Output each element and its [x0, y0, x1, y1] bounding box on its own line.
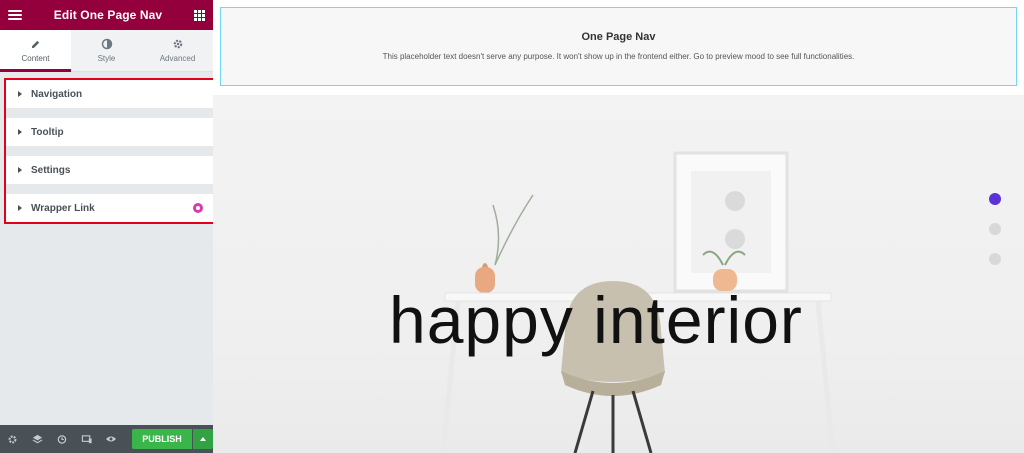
one-page-nav-dots: [989, 193, 1001, 283]
section-navigation-label: Navigation: [31, 88, 83, 100]
caret-right-icon: [18, 91, 22, 97]
sections-highlight-box: Navigation Tooltip Settings Wrapper Link: [4, 78, 217, 224]
caret-right-icon: [18, 167, 22, 173]
publish-options-button[interactable]: [193, 429, 213, 449]
editor-tabs: Content Style Advanced: [0, 30, 213, 72]
nav-dot[interactable]: [989, 193, 1001, 205]
preview-eye-icon[interactable]: [105, 433, 118, 446]
tab-advanced[interactable]: Advanced: [142, 30, 213, 71]
caret-right-icon: [18, 205, 22, 211]
tab-content-label: Content: [21, 54, 50, 63]
editor-title: Edit One Page Nav: [53, 8, 163, 22]
menu-icon[interactable]: [8, 10, 22, 20]
editor-footer: PUBLISH: [0, 425, 213, 453]
half-circle-icon: [101, 38, 113, 50]
pro-icon: [193, 203, 203, 213]
pencil-icon: [30, 38, 42, 50]
section-tooltip[interactable]: Tooltip: [6, 118, 215, 146]
history-icon[interactable]: [55, 433, 68, 446]
nav-dot[interactable]: [989, 253, 1001, 265]
editor-panel: Edit One Page Nav Content Style Advanced: [0, 0, 213, 453]
section-wrapper-link-label: Wrapper Link: [31, 202, 95, 214]
caret-right-icon: [18, 129, 22, 135]
gear-icon: [172, 38, 184, 50]
section-settings[interactable]: Settings: [6, 156, 215, 184]
widgets-grid-icon[interactable]: [194, 9, 205, 21]
tab-style-label: Style: [97, 54, 116, 63]
publish-button[interactable]: PUBLISH: [131, 429, 193, 449]
section-settings-label: Settings: [31, 164, 71, 176]
preview-canvas: One Page Nav This placeholder text doesn…: [213, 0, 1024, 453]
section-wrapper-link[interactable]: Wrapper Link: [6, 194, 215, 222]
caret-up-icon: [200, 437, 207, 441]
tab-content[interactable]: Content: [0, 30, 71, 72]
settings-icon[interactable]: [6, 433, 19, 446]
hero-headline: happy interior: [389, 283, 803, 357]
placeholder-text: This placeholder text doesn't serve any …: [382, 52, 855, 61]
tab-style[interactable]: Style: [71, 30, 142, 71]
section-navigation[interactable]: Navigation: [6, 80, 215, 108]
tab-advanced-label: Advanced: [159, 54, 196, 63]
widget-placeholder[interactable]: One Page Nav This placeholder text doesn…: [220, 7, 1017, 86]
responsive-icon[interactable]: [80, 433, 93, 446]
section-tooltip-label: Tooltip: [31, 126, 64, 138]
hero-section: happy interior: [213, 95, 1024, 453]
nav-dot[interactable]: [989, 223, 1001, 235]
interior-illustration: [440, 151, 836, 453]
layers-icon[interactable]: [31, 433, 44, 446]
editor-header: Edit One Page Nav: [0, 0, 213, 30]
placeholder-title: One Page Nav: [581, 31, 656, 43]
